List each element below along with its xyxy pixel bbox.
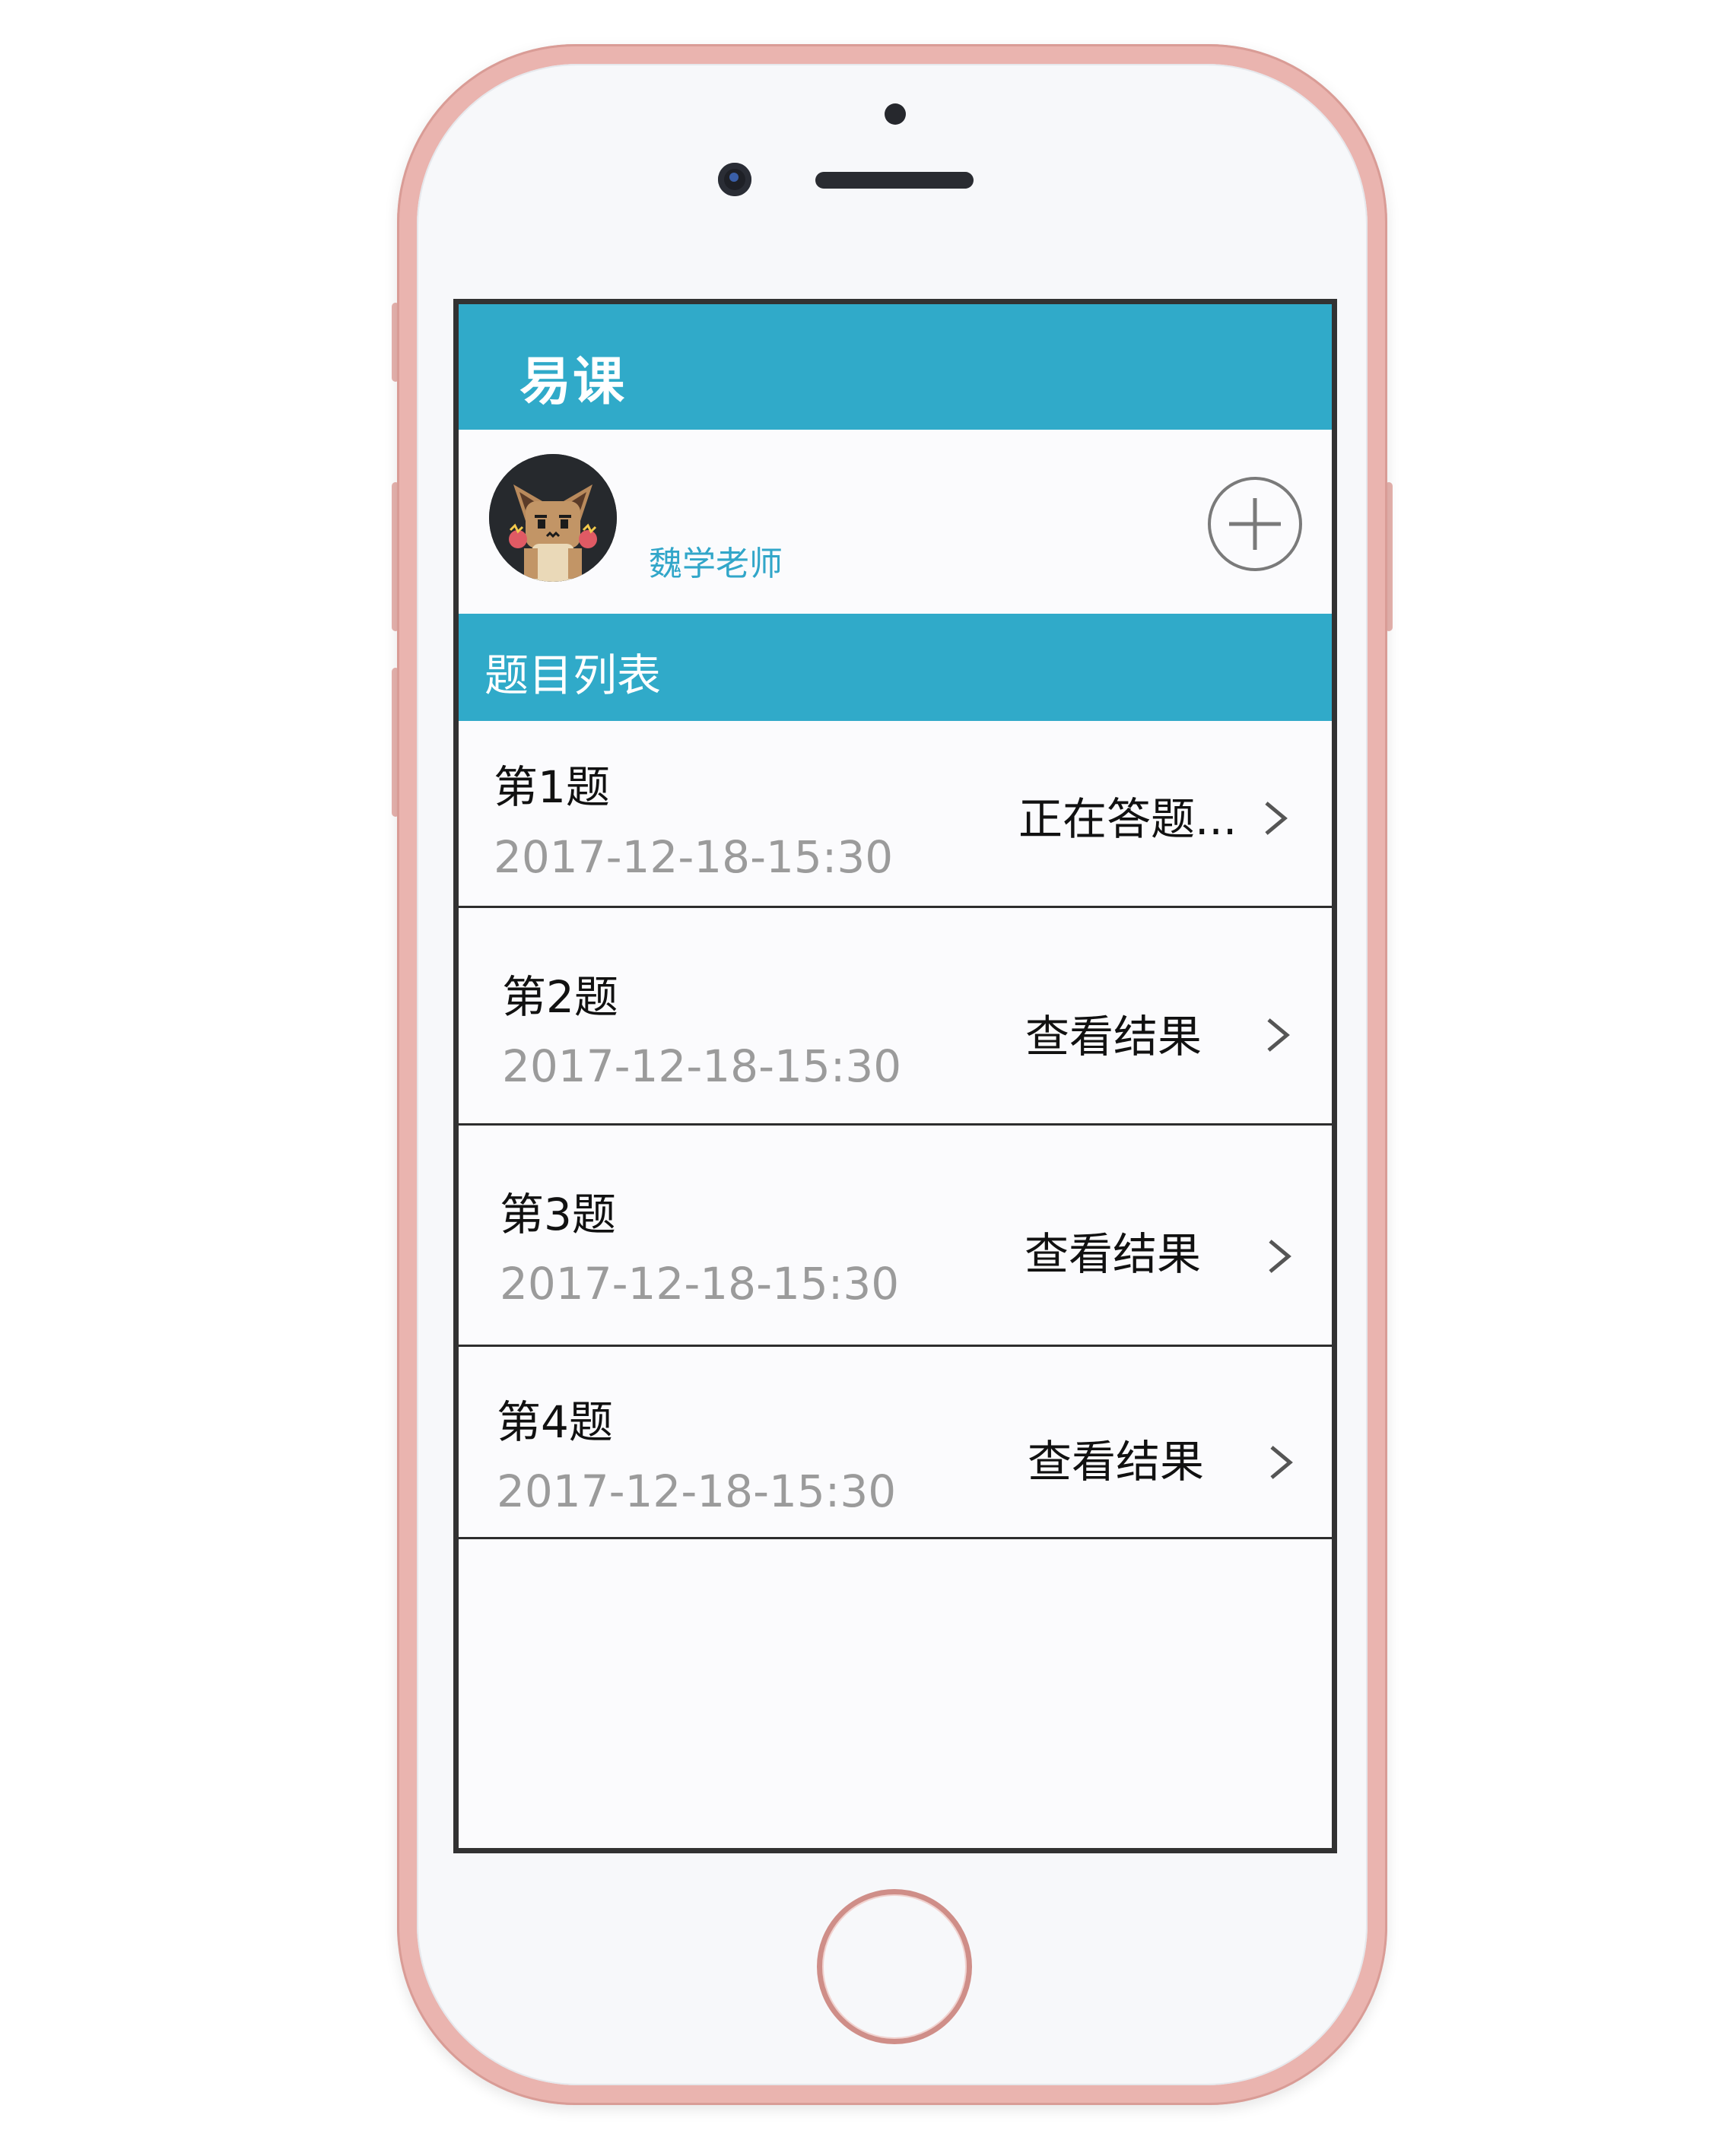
front-camera-icon <box>718 163 751 196</box>
home-button[interactable] <box>817 1889 972 2044</box>
chevron-right-icon <box>1270 1446 1293 1479</box>
question-list-header: 题目列表 <box>459 614 1332 721</box>
add-question-button[interactable] <box>1206 475 1304 573</box>
eevee-avatar-icon <box>489 454 617 582</box>
earpiece-speaker <box>815 172 974 189</box>
chevron-right-icon <box>1265 802 1288 835</box>
list-item[interactable]: 第3题 2017-12-18-15:30 查看结果 <box>459 1126 1332 1347</box>
teacher-profile: 魏学老师 <box>459 430 1332 614</box>
question-status[interactable]: 查看结果 <box>1025 1001 1202 1065</box>
question-title: 第4题 <box>497 1396 613 1448</box>
question-date: 2017-12-18-15:30 <box>494 831 894 883</box>
section-title: 题目列表 <box>484 649 662 701</box>
list-item[interactable]: 第4题 2017-12-18-15:30 查看结果 <box>459 1347 1332 1539</box>
question-status[interactable]: 正在答题... <box>1018 783 1237 847</box>
question-status[interactable]: 查看结果 <box>1028 1426 1204 1490</box>
list-item[interactable]: 第2题 2017-12-18-15:30 查看结果 <box>459 908 1332 1126</box>
question-title: 第3题 <box>500 1189 616 1240</box>
chevron-right-icon <box>1267 1018 1290 1052</box>
app-screen: 易课 魏学老师 题目列表 第1题 2017-12-18-15:30 正在答题..… <box>453 299 1337 1853</box>
app-header: 易课 <box>459 304 1332 430</box>
question-date: 2017-12-18-15:30 <box>500 1258 900 1310</box>
plus-circle-icon <box>1208 477 1302 571</box>
question-date: 2017-12-18-15:30 <box>497 1465 897 1517</box>
list-item[interactable]: 第1题 2017-12-18-15:30 正在答题... <box>459 721 1332 908</box>
proximity-sensor <box>885 103 906 125</box>
question-title: 第2题 <box>502 971 618 1023</box>
avatar[interactable] <box>489 454 617 582</box>
teacher-name: 魏学老师 <box>649 545 783 583</box>
question-status[interactable]: 查看结果 <box>1025 1218 1201 1282</box>
chevron-right-icon <box>1269 1240 1291 1273</box>
question-title: 第1题 <box>494 761 610 813</box>
question-date: 2017-12-18-15:30 <box>502 1040 902 1092</box>
app-title: 易课 <box>519 352 627 412</box>
